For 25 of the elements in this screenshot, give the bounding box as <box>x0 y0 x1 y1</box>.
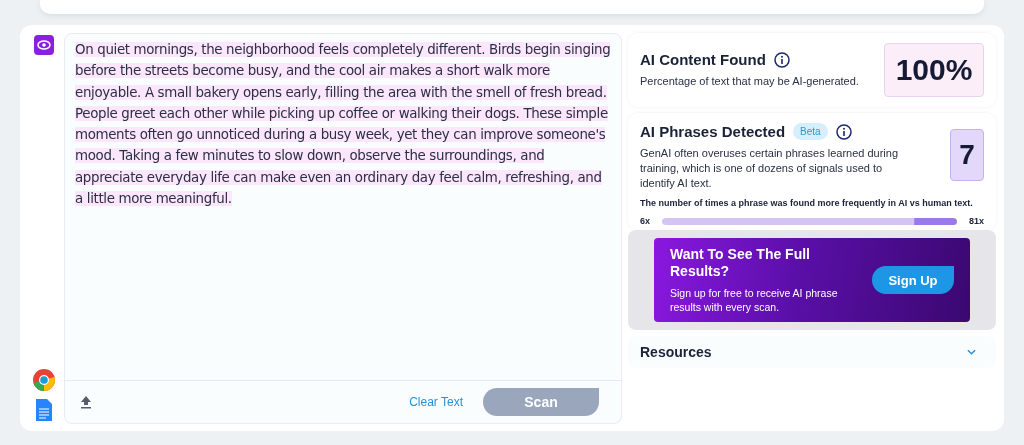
promo-text: Sign up for free to receive AI phrase results with every scan. <box>670 286 839 314</box>
panel-description: Percentage of text that may be AI-generated. <box>640 74 859 89</box>
section-title: Resources <box>640 344 712 360</box>
text-editor[interactable] <box>64 33 622 424</box>
panel-description: GenAI often overuses certain phrases learned during training, which is one of dozens of signals used to identify AI text. <box>640 146 900 191</box>
max-label: 81x <box>968 216 984 226</box>
info-icon[interactable] <box>835 123 852 140</box>
panel-title: AI Content Found <box>640 51 766 68</box>
percentage-score: 100% <box>884 43 984 97</box>
chevron-icon[interactable] <box>967 349 976 355</box>
panel-title: AI Phrases Detected <box>640 123 786 140</box>
phrase-count: 7 <box>950 129 984 181</box>
eye-icon[interactable] <box>34 35 54 55</box>
info-icon[interactable] <box>773 51 790 68</box>
sign-up-button[interactable]: Sign Up <box>872 266 954 294</box>
beta-badge: Beta <box>793 123 828 140</box>
min-label: 6x <box>640 216 650 226</box>
document-icon[interactable] <box>35 398 53 422</box>
editor-text: On quiet mornings, the neighborhood feels completely different. Birds begin singing before the streets become busy, and the cool air makes a short walk more enjoyable. A small bakery opens early, filling the area with the smell of fresh bread. People greet each other while picking up coffee or walking their dogs. These simple moments often go unnoticed during a busy week, yet they can improve someone's mood. Taking a few minutes to slow down, observe the surroundings, and appreciate everyday life can make even an ordinary day feel calm, refreshing, and a little more meaningful. <box>75 41 611 209</box>
clear-text-link[interactable]: Clear Text <box>409 395 463 409</box>
browser-icon[interactable] <box>32 368 56 392</box>
bar-caption: The number of times a phrase was found more frequently in AI vs human text. <box>640 197 974 210</box>
upload-icon[interactable] <box>79 395 93 409</box>
promo-title: Want To See The Full Results? <box>670 246 811 280</box>
resources-section[interactable]: Resources <box>628 336 996 368</box>
